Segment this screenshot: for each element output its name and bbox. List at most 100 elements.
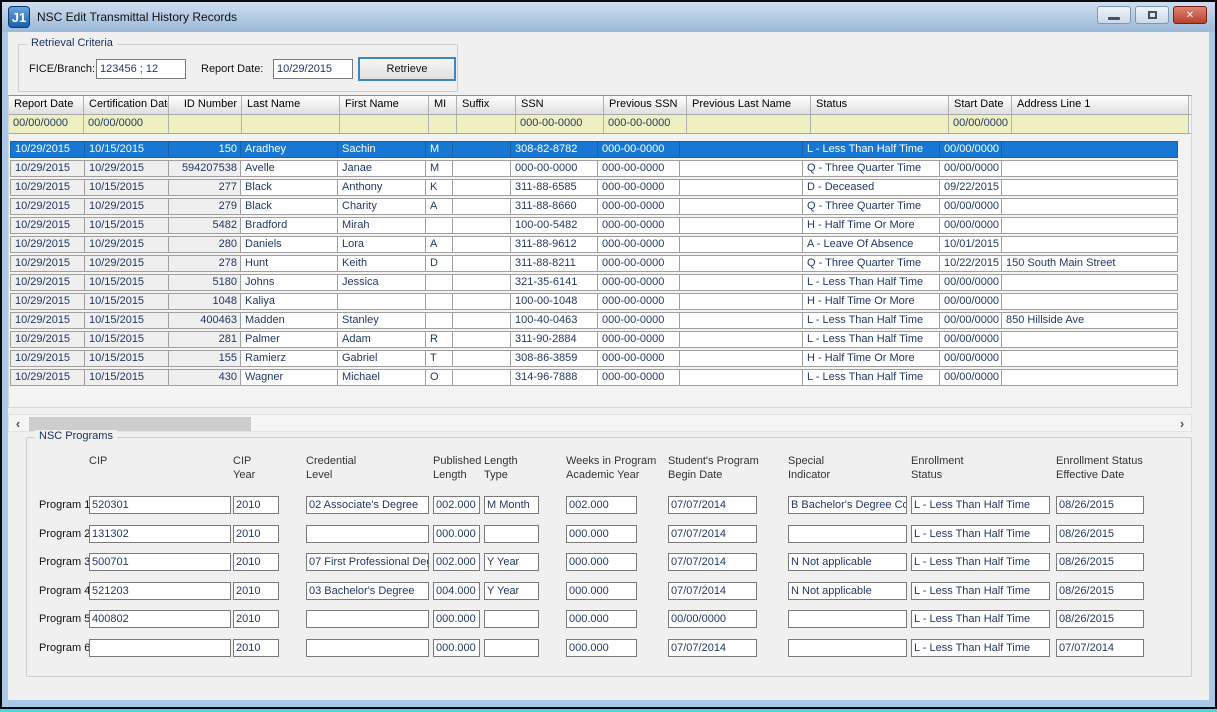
- grid-cell-id-number[interactable]: 400463: [168, 312, 241, 329]
- program-5-credential-level-input[interactable]: [306, 610, 429, 628]
- table-row[interactable]: 10/29/201510/15/20151048Kaliya100-00-104…: [10, 293, 1190, 310]
- filter-cell-certification-date[interactable]: 00/00/0000: [84, 115, 169, 133]
- filter-cell-id-number[interactable]: [169, 115, 242, 133]
- grid-cell-previous-ssn[interactable]: 000-00-0000: [597, 369, 680, 386]
- grid-cell-previous-ssn[interactable]: 000-00-0000: [597, 179, 680, 196]
- grid-cell-previous-ssn[interactable]: 000-00-0000: [597, 293, 680, 310]
- table-row[interactable]: 10/29/201510/29/2015280DanielsLoraA311-8…: [10, 236, 1190, 253]
- grid-cell-first-name[interactable]: Mirah: [337, 217, 426, 234]
- program-2-cip-input[interactable]: 131302: [89, 525, 231, 543]
- grid-cell-start-date[interactable]: 00/00/0000: [939, 160, 1002, 177]
- grid-cell-certification-date[interactable]: 10/29/2015: [84, 255, 169, 272]
- program-4-credential-level-input[interactable]: 03 Bachelor's Degree: [306, 582, 429, 600]
- table-row[interactable]: 10/29/201510/29/2015278HuntKeithD311-88-…: [10, 255, 1190, 272]
- grid-cell-mi[interactable]: [425, 274, 453, 291]
- grid-cell-status[interactable]: H - Half Time Or More: [802, 293, 940, 310]
- program-6-cip-year-input[interactable]: 2010: [233, 639, 279, 657]
- column-header-suffix[interactable]: Suffix: [457, 96, 516, 114]
- fice-branch-input[interactable]: 123456 ; 12: [96, 59, 186, 79]
- grid-cell-report-date[interactable]: 10/29/2015: [10, 160, 85, 177]
- grid-cell-previous-ssn[interactable]: 000-00-0000: [597, 331, 680, 348]
- grid-cell-start-date[interactable]: 00/00/0000: [939, 198, 1002, 215]
- program-1-special-indicator-input[interactable]: B Bachelor's Degree Comple: [788, 496, 907, 514]
- grid-cell-id-number[interactable]: 281: [168, 331, 241, 348]
- program-3-cip-year-input[interactable]: 2010: [233, 553, 279, 571]
- grid-cell-first-name[interactable]: [337, 293, 426, 310]
- program-1-weeks-in-program-input[interactable]: 002.000: [566, 496, 637, 514]
- program-1-enrollment-status-input[interactable]: L - Less Than Half Time: [911, 496, 1050, 514]
- grid-cell-last-name[interactable]: Wagner: [240, 369, 338, 386]
- program-1-cip-input[interactable]: 520301: [89, 496, 231, 514]
- grid-cell-certification-date[interactable]: 10/29/2015: [84, 236, 169, 253]
- grid-cell-first-name[interactable]: Janae: [337, 160, 426, 177]
- grid-cell-report-date[interactable]: 10/29/2015: [10, 312, 85, 329]
- grid-cell-suffix[interactable]: [452, 331, 511, 348]
- program-3-program-begin-date-input[interactable]: 07/07/2014: [668, 553, 757, 571]
- grid-cell-certification-date[interactable]: 10/15/2015: [84, 293, 169, 310]
- grid-cell-certification-date[interactable]: 10/15/2015: [84, 331, 169, 348]
- grid-cell-previous-ssn[interactable]: 000-00-0000: [597, 312, 680, 329]
- column-header-previous-ssn[interactable]: Previous SSN: [604, 96, 687, 114]
- grid-cell-first-name[interactable]: Jessica: [337, 274, 426, 291]
- restore-button[interactable]: [1135, 6, 1169, 24]
- program-1-length-type-input[interactable]: M Month: [484, 496, 539, 514]
- grid-cell-previous-last-name[interactable]: [679, 160, 803, 177]
- program-4-enrollment-status-effective-date-input[interactable]: 08/26/2015: [1056, 582, 1144, 600]
- program-1-program-begin-date-input[interactable]: 07/07/2014: [668, 496, 757, 514]
- program-5-length-type-input[interactable]: [484, 610, 539, 628]
- grid-cell-previous-last-name[interactable]: [679, 293, 803, 310]
- filter-cell-previous-last-name[interactable]: [687, 115, 811, 133]
- program-5-special-indicator-input[interactable]: [788, 610, 907, 628]
- grid-cell-ssn[interactable]: 311-88-8660: [510, 198, 598, 215]
- column-header-start-date[interactable]: Start Date: [949, 96, 1012, 114]
- grid-cell-mi[interactable]: [425, 293, 453, 310]
- column-header-status[interactable]: Status: [811, 96, 949, 114]
- program-6-special-indicator-input[interactable]: [788, 639, 907, 657]
- grid-cell-mi[interactable]: T: [425, 350, 453, 367]
- program-6-credential-level-input[interactable]: [306, 639, 429, 657]
- grid-cell-report-date[interactable]: 10/29/2015: [10, 255, 85, 272]
- program-2-special-indicator-input[interactable]: [788, 525, 907, 543]
- program-6-length-type-input[interactable]: [484, 639, 539, 657]
- program-2-program-begin-date-input[interactable]: 07/07/2014: [668, 525, 757, 543]
- grid-cell-mi[interactable]: M: [425, 160, 453, 177]
- program-4-program-begin-date-input[interactable]: 07/07/2014: [668, 582, 757, 600]
- grid-cell-previous-last-name[interactable]: [679, 369, 803, 386]
- grid-cell-id-number[interactable]: 5180: [168, 274, 241, 291]
- grid-cell-report-date[interactable]: 10/29/2015: [10, 217, 85, 234]
- scroll-left-icon[interactable]: ‹: [9, 415, 27, 431]
- grid-cell-previous-last-name[interactable]: [679, 179, 803, 196]
- column-header-ssn[interactable]: SSN: [516, 96, 604, 114]
- filter-cell-report-date[interactable]: 00/00/0000: [9, 115, 84, 133]
- grid-cell-first-name[interactable]: Gabriel: [337, 350, 426, 367]
- grid-cell-start-date[interactable]: 00/00/0000: [939, 217, 1002, 234]
- table-row[interactable]: 10/29/201510/15/2015155RamierzGabrielT30…: [10, 350, 1190, 367]
- grid-cell-suffix[interactable]: [452, 255, 511, 272]
- program-2-cip-year-input[interactable]: 2010: [233, 525, 279, 543]
- grid-cell-mi[interactable]: A: [425, 236, 453, 253]
- program-6-weeks-in-program-input[interactable]: 000.000: [566, 639, 637, 657]
- program-5-cip-year-input[interactable]: 2010: [233, 610, 279, 628]
- grid-cell-address-line-1[interactable]: [1001, 236, 1178, 253]
- grid-cell-previous-last-name[interactable]: [679, 217, 803, 234]
- grid-cell-certification-date[interactable]: 10/15/2015: [84, 217, 169, 234]
- filter-cell-first-name[interactable]: [340, 115, 429, 133]
- grid-cell-suffix[interactable]: [452, 312, 511, 329]
- program-2-credential-level-input[interactable]: [306, 525, 429, 543]
- program-3-weeks-in-program-input[interactable]: 000.000: [566, 553, 637, 571]
- grid-cell-ssn[interactable]: 311-88-8211: [510, 255, 598, 272]
- grid-cell-id-number[interactable]: 279: [168, 198, 241, 215]
- grid-cell-mi[interactable]: K: [425, 179, 453, 196]
- grid-cell-first-name[interactable]: Michael: [337, 369, 426, 386]
- grid-cell-first-name[interactable]: Charity: [337, 198, 426, 215]
- column-header-certification-date[interactable]: Certification Date: [84, 96, 169, 114]
- grid-cell-report-date[interactable]: 10/29/2015: [10, 141, 85, 158]
- program-5-enrollment-status-input[interactable]: L - Less Than Half Time: [911, 610, 1050, 628]
- grid-cell-status[interactable]: L - Less Than Half Time: [802, 274, 940, 291]
- program-5-published-length-input[interactable]: 000.000: [433, 610, 480, 628]
- grid-cell-address-line-1[interactable]: [1001, 274, 1178, 291]
- grid-cell-status[interactable]: L - Less Than Half Time: [802, 369, 940, 386]
- grid-cell-mi[interactable]: M: [425, 141, 453, 158]
- table-row[interactable]: 10/29/201510/15/2015430WagnerMichaelO314…: [10, 369, 1190, 386]
- grid-cell-suffix[interactable]: [452, 217, 511, 234]
